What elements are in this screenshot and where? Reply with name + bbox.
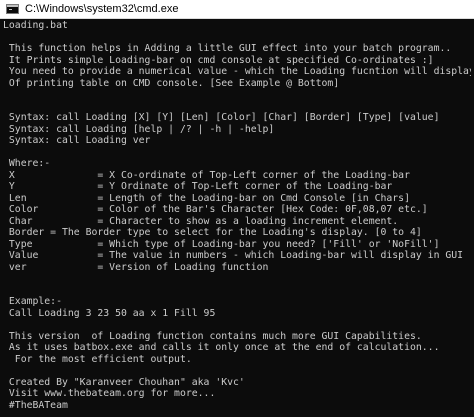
console-line: Call Loading 3 23 50 aa x 1 Fill 95 bbox=[3, 307, 216, 319]
console-line: Len = Length of the Loading-bar on Cmd C… bbox=[3, 192, 410, 204]
cmd-console-icon bbox=[6, 4, 19, 14]
console-line: This version of Loading function contain… bbox=[3, 330, 422, 342]
window-title: C:\Windows\system32\cmd.exe bbox=[25, 2, 179, 15]
console-line: It Prints simple Loading-bar on cmd cons… bbox=[3, 54, 434, 66]
cmd-window: C:\Windows\system32\cmd.exe Loading.bat … bbox=[0, 0, 474, 417]
console-line: You need to provide a numerical value - … bbox=[3, 66, 471, 77]
console-line: Syntax: call Loading [help | /? | -h | -… bbox=[3, 123, 275, 135]
console-output[interactable]: Loading.bat This function helps in Addin… bbox=[3, 20, 471, 417]
console-line: Visit www.thebateam.org for more... bbox=[3, 388, 216, 399]
console-line: Char = Character to show as a loading in… bbox=[3, 215, 399, 227]
console-line: Color = Color of the Bar's Character [He… bbox=[3, 204, 428, 215]
console-line: Type = Which type of Loading-bar you nee… bbox=[3, 238, 440, 250]
console-line: Example:- bbox=[3, 296, 62, 307]
console-line: ver = Version of Loading function bbox=[3, 261, 269, 273]
console-line: Value = The value in numbers - which Loa… bbox=[3, 250, 464, 261]
console-line: Created By "Karanveer Chouhan" aka 'Kvc' bbox=[3, 376, 245, 388]
console-line: Of printing table on CMD console. [See E… bbox=[3, 77, 340, 89]
console-line: Border = The Border type to select for t… bbox=[3, 227, 422, 238]
console-line: #TheBATeam bbox=[3, 399, 68, 411]
console-line: Loading.bat bbox=[3, 20, 68, 31]
console-line: Syntax: call Loading ver bbox=[3, 135, 151, 146]
console-line: As it uses batbox.exe and calls it only … bbox=[3, 342, 440, 353]
console-line: This function helps in Adding a little G… bbox=[3, 43, 452, 54]
console-line: Syntax: call Loading [X] [Y] [Len] [Colo… bbox=[3, 112, 440, 123]
console-line: For the most efficient output. bbox=[3, 353, 192, 365]
console-line: X = X Co-ordinate of Top-Left corner of … bbox=[3, 169, 410, 181]
title-bar[interactable]: C:\Windows\system32\cmd.exe bbox=[0, 0, 474, 19]
console-line: Where:- bbox=[3, 158, 51, 169]
console-line: Y = Y Ordinate of Top-Left corner of the… bbox=[3, 181, 393, 192]
